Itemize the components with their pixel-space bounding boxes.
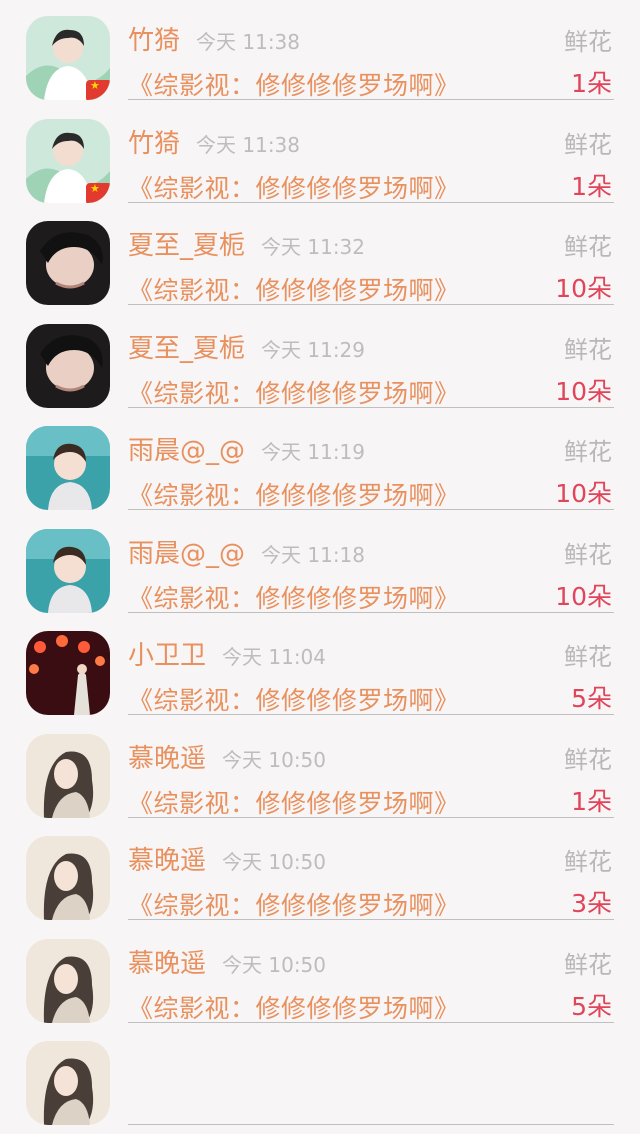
gift-count: 10朵	[555, 376, 612, 406]
timestamp: 今天 11:29	[261, 337, 366, 362]
gift-count: 10朵	[555, 581, 612, 611]
row-divider	[128, 611, 614, 613]
gift-count: 3朵	[571, 889, 612, 918]
avatar[interactable]	[26, 733, 110, 818]
gift-type: 鲜花	[564, 438, 612, 466]
flag-badge-icon	[86, 80, 110, 100]
avatar[interactable]	[26, 1041, 110, 1125]
gift-type: 鲜花	[564, 335, 612, 364]
avatar[interactable]	[26, 16, 110, 100]
book-title[interactable]: 《综影视：修修修修罗场啊》	[128, 579, 460, 615]
list-item[interactable]: 慕晚遥 今天 10:50 鲜花《综影视：修修修修罗场啊》 1朵	[0, 724, 640, 827]
book-title[interactable]: 《综影视：修修修修罗场啊》	[128, 681, 460, 717]
row-divider	[128, 406, 614, 408]
user-name[interactable]: 雨晨@_@	[128, 533, 245, 570]
row-divider	[128, 714, 614, 715]
gift-type: 鲜花	[564, 233, 612, 261]
list-item[interactable]: 竹猗今天 11:38 鲜花《综影视：修修修修罗场啊》 1朵	[0, 109, 640, 212]
row-divider	[128, 919, 614, 920]
gift-count: 10朵	[555, 479, 612, 508]
user-name[interactable]: 夏至_夏栀	[128, 328, 245, 365]
user-name[interactable]: 慕晚遥	[128, 738, 206, 775]
gift-count: 10朵	[555, 274, 612, 303]
list-item[interactable]: 小卫卫 今天 11:04 鲜花《综影视：修修修修罗场啊》 5朵	[0, 621, 640, 724]
gift-type: 鲜花	[564, 540, 612, 569]
list-item[interactable]: 夏至_夏栀 今天 11:29 鲜花《综影视：修修修修罗场啊》 10朵	[0, 314, 640, 417]
book-title[interactable]: 《综影视：修修修修罗场啊》	[128, 66, 460, 102]
gift-type: 鲜花	[564, 28, 612, 56]
timestamp: 今天 11:19	[261, 440, 366, 464]
timestamp: 今天 10:50	[222, 952, 327, 977]
user-name[interactable]: 竹猗	[128, 20, 180, 57]
list-item[interactable]: 慕晚遥 今天 10:50 鲜花《综影视：修修修修罗场啊》 3朵	[0, 826, 640, 929]
gift-count: 1朵	[571, 171, 612, 201]
book-title[interactable]: 《综影视：修修修修罗场啊》	[128, 374, 460, 410]
gift-type: 鲜花	[564, 643, 612, 671]
avatar[interactable]	[26, 426, 110, 510]
row-divider	[128, 201, 614, 203]
list-item[interactable]	[0, 1031, 640, 1134]
gift-count: 5朵	[571, 991, 612, 1021]
book-title[interactable]: 《综影视：修修修修罗场啊》	[128, 886, 460, 922]
timestamp: 今天 10:50	[222, 850, 327, 874]
timestamp: 今天 10:50	[222, 747, 327, 772]
list-item[interactable]: 夏至_夏栀 今天 11:32 鲜花《综影视：修修修修罗场啊》 10朵	[0, 211, 640, 314]
timestamp: 今天 11:32	[261, 235, 366, 259]
user-name[interactable]: 竹猗	[128, 123, 180, 160]
list-item[interactable]: 雨晨@_@ 今天 11:18 鲜花《综影视：修修修修罗场啊》 10朵	[0, 519, 640, 622]
book-title[interactable]: 《综影视：修修修修罗场啊》	[128, 784, 460, 820]
avatar[interactable]	[26, 528, 110, 613]
row-divider	[128, 509, 614, 510]
row-divider	[128, 99, 614, 100]
avatar[interactable]	[26, 221, 110, 305]
gift-type: 鲜花	[564, 130, 612, 159]
gift-type: 鲜花	[564, 848, 612, 876]
timestamp: 今天 11:38	[196, 132, 301, 157]
timestamp: 今天 11:38	[196, 30, 301, 54]
book-title[interactable]: 《综影视：修修修修罗场啊》	[128, 169, 460, 205]
gift-count: 5朵	[571, 684, 612, 713]
avatar[interactable]	[26, 323, 110, 408]
flag-badge-icon	[86, 182, 110, 203]
row-divider	[128, 304, 614, 305]
book-title[interactable]: 《综影视：修修修修罗场啊》	[128, 989, 460, 1025]
avatar[interactable]	[26, 836, 110, 920]
gift-count: 1朵	[571, 786, 612, 816]
user-name[interactable]: 慕晚遥	[128, 840, 206, 877]
timestamp: 今天 11:18	[261, 542, 366, 567]
list-item[interactable]: 慕晚遥 今天 10:50 鲜花《综影视：修修修修罗场啊》 5朵	[0, 929, 640, 1032]
gift-record-list: 竹猗今天 11:38鲜花《综影视：修修修修罗场啊》1朵 竹猗今天 11:38鲜花…	[0, 6, 640, 1134]
user-name[interactable]: 夏至_夏栀	[128, 225, 245, 262]
timestamp: 今天 11:04	[222, 645, 327, 669]
avatar[interactable]	[26, 631, 110, 715]
book-title[interactable]: 《综影视：修修修修罗场啊》	[128, 271, 460, 307]
user-name[interactable]: 雨晨@_@	[128, 430, 245, 467]
list-item[interactable]: 竹猗今天 11:38 鲜花《综影视：修修修修罗场啊》 1朵	[0, 6, 640, 109]
user-name[interactable]: 慕晚遥	[128, 943, 206, 980]
row-divider	[128, 1021, 614, 1023]
list-item[interactable]: 雨晨@_@ 今天 11:19 鲜花《综影视：修修修修罗场啊》 10朵	[0, 416, 640, 519]
avatar[interactable]	[26, 118, 110, 203]
book-title[interactable]: 《综影视：修修修修罗场啊》	[128, 476, 460, 512]
row-divider	[128, 1124, 614, 1125]
gift-type: 鲜花	[564, 950, 612, 979]
row-divider	[128, 816, 614, 818]
gift-count: 1朵	[571, 69, 612, 98]
avatar[interactable]	[26, 938, 110, 1023]
user-name[interactable]: 小卫卫	[128, 635, 206, 672]
gift-type: 鲜花	[564, 745, 612, 774]
